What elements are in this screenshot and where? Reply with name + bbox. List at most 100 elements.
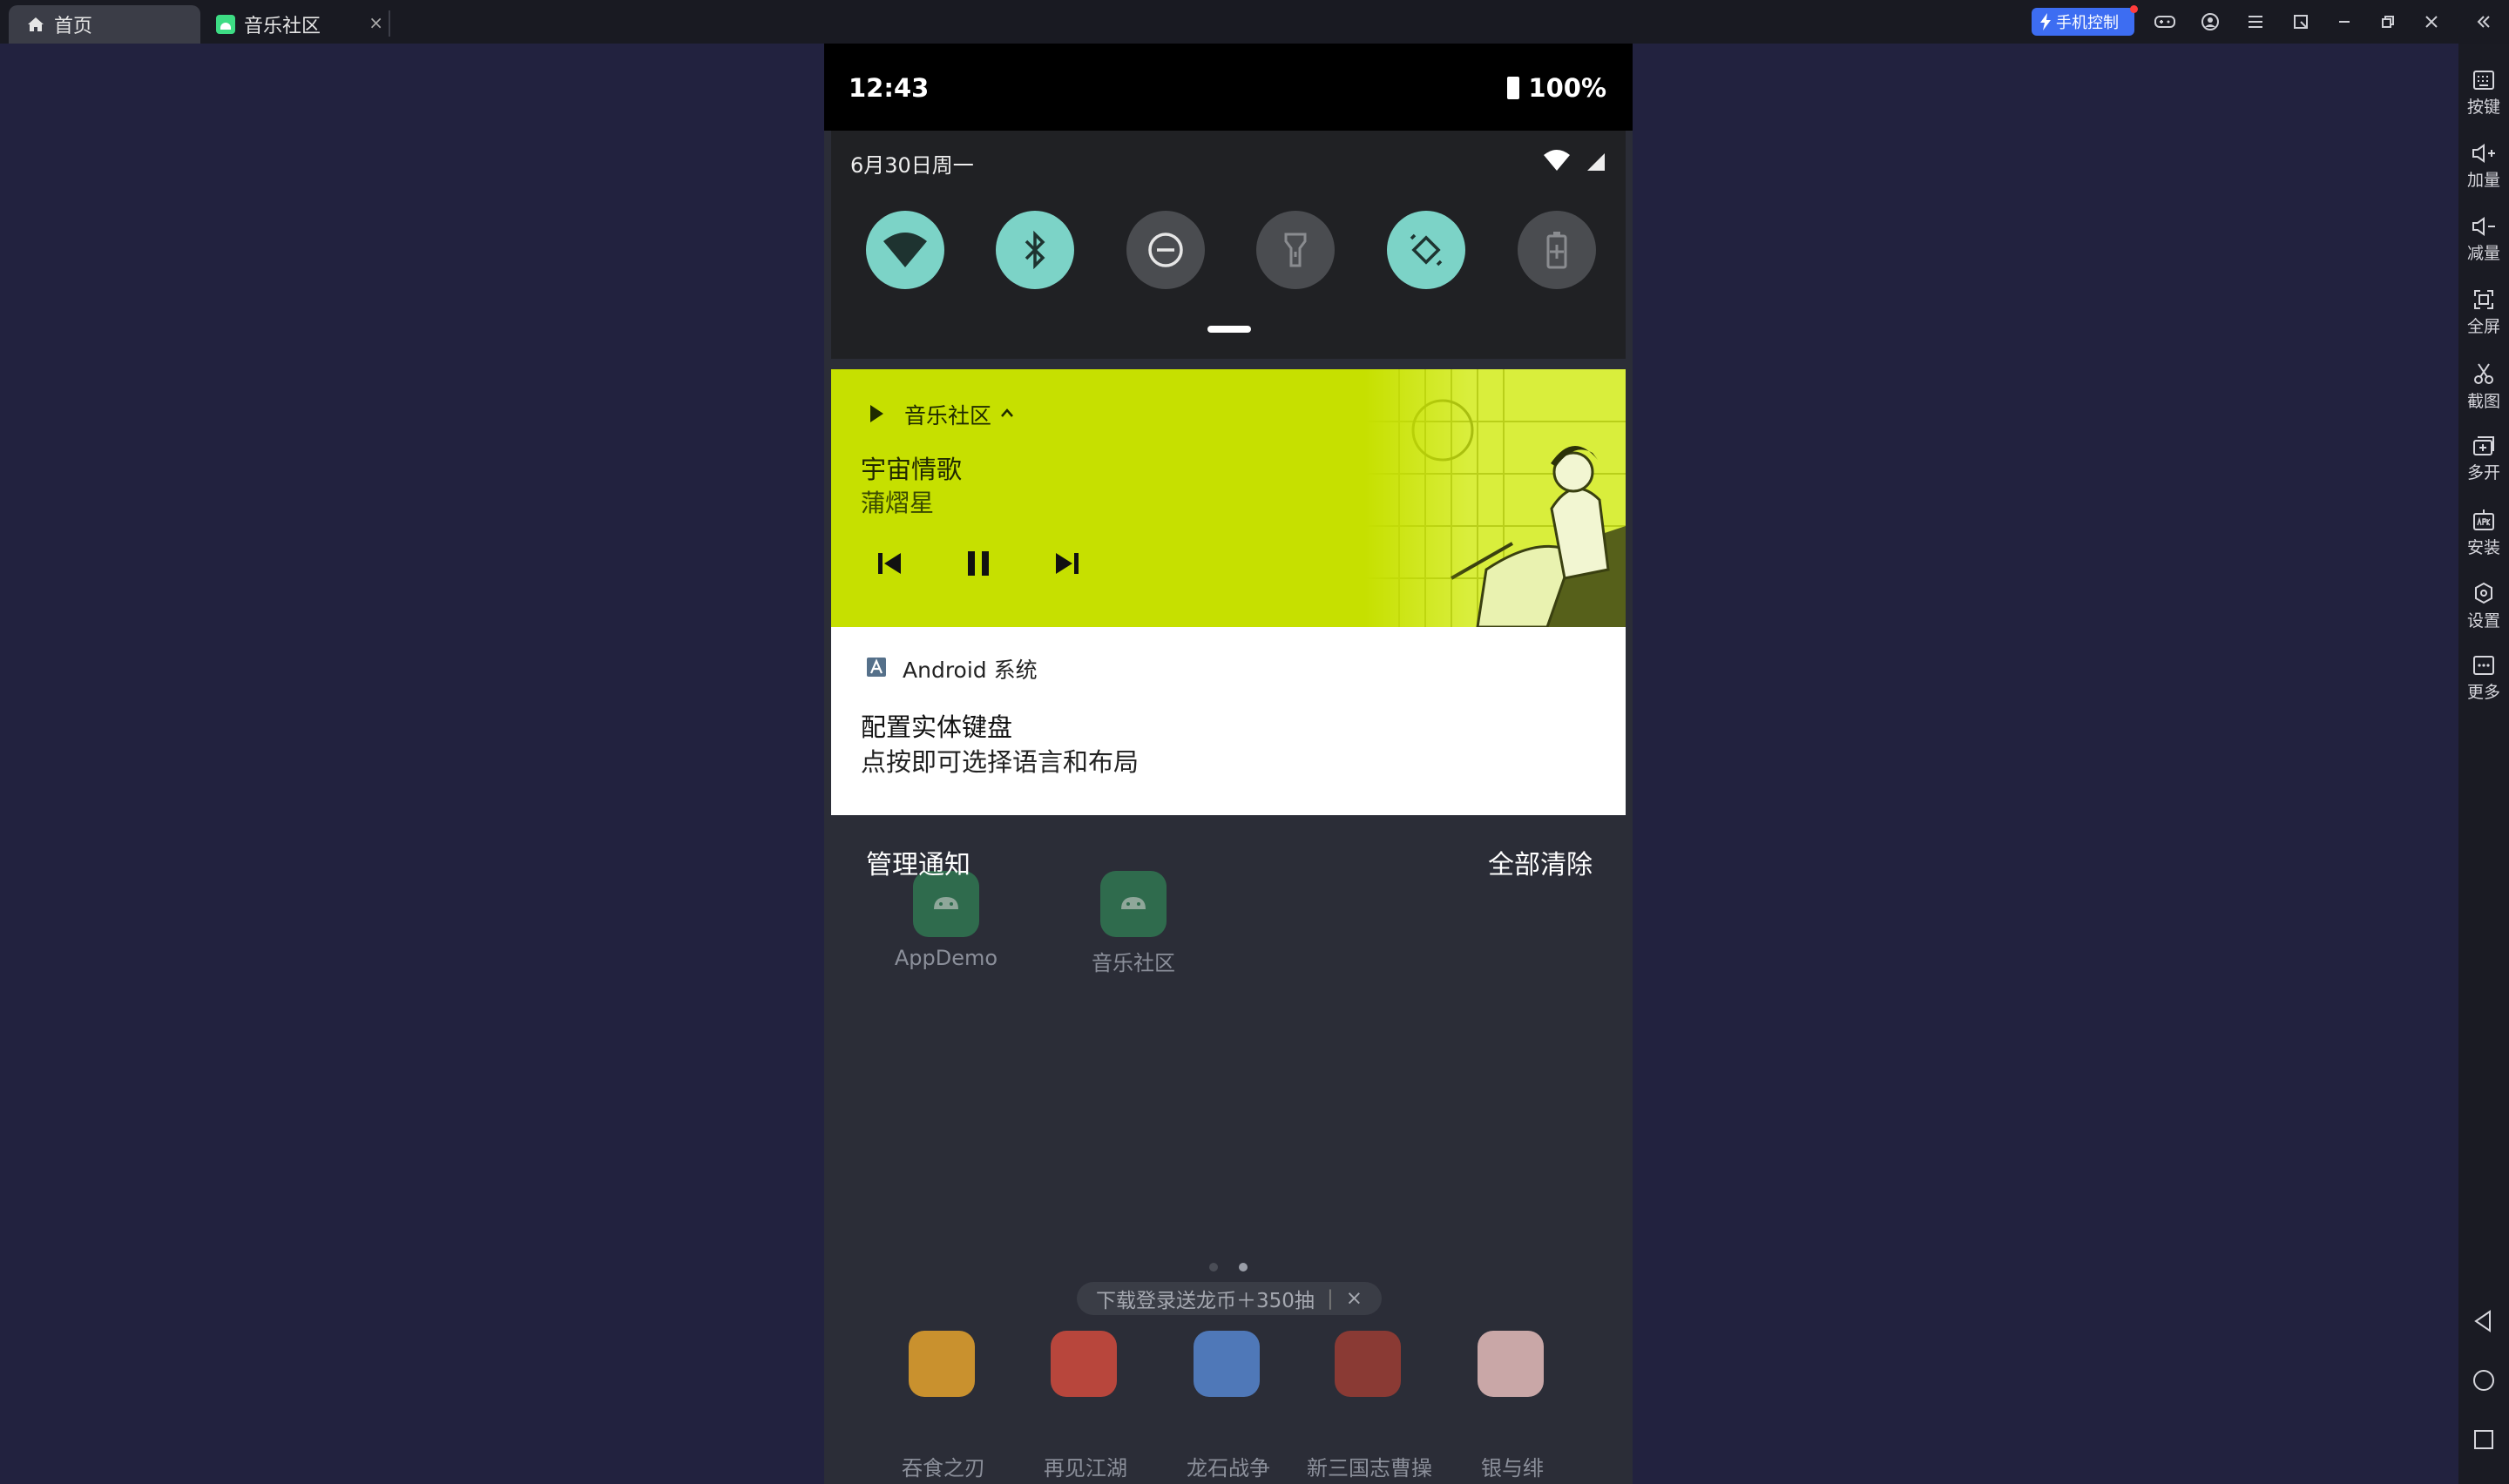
page-indicator-dot <box>1209 1263 1218 1272</box>
android-recents-icon[interactable] <box>2471 1427 2497 1453</box>
media-app-name: 音乐社区 <box>904 403 992 428</box>
toolbar-install-apk-button[interactable]: 安装 <box>2458 500 2509 570</box>
flashlight-icon <box>1284 233 1307 267</box>
media-notification[interactable]: 音乐社区 宇宙情歌 蒲熠星 <box>831 369 1626 627</box>
dock-app-label: 再见江湖 <box>1044 1456 1127 1481</box>
chevron-up-icon[interactable] <box>1000 408 1014 418</box>
appdemo-app-label: AppDemo <box>894 946 998 970</box>
wifi-icon <box>883 233 927 267</box>
dock-app-icon[interactable] <box>1051 1331 1117 1397</box>
sys-notification-title: 配置实体键盘 <box>861 712 1013 742</box>
album-art <box>1364 369 1626 627</box>
next-button[interactable] <box>1045 542 1089 585</box>
wifi-tile[interactable] <box>866 211 944 289</box>
phone-control-label: 手机控制 <box>2056 14 2119 32</box>
volume-down-icon <box>2472 217 2495 236</box>
flashlight-tile[interactable] <box>1256 211 1335 289</box>
toolbar-label: 更多 <box>2466 683 2500 702</box>
quick-settings-panel: 6月30日周一 <box>831 131 1626 359</box>
close-icon[interactable] <box>2418 9 2445 35</box>
notification-dot <box>2130 5 2138 13</box>
dock-app-icon[interactable] <box>1335 1331 1401 1397</box>
toolbar-keymap-button[interactable]: 按键 <box>2458 61 2509 131</box>
tab-home-label: 首页 <box>54 16 93 37</box>
right-toolbar: 按键 加量 减量 全屏 截图 多开 安装 设置 更多 <box>2458 44 2509 1484</box>
play-small-icon <box>870 405 883 422</box>
status-bar: 12:43 100% <box>824 44 1633 131</box>
phone-control-button[interactable]: 手机控制 <box>2032 5 2138 36</box>
android-home-icon[interactable] <box>2471 1367 2497 1393</box>
bluetooth-tile[interactable] <box>996 211 1074 289</box>
promo-divider: | <box>1326 1287 1334 1310</box>
toolbar-volume-up-button[interactable]: 加量 <box>2458 134 2509 204</box>
toolbar-label: 安装 <box>2466 538 2500 557</box>
pause-button[interactable] <box>957 542 1000 585</box>
status-time: 12:43 <box>849 73 930 103</box>
tab-divider <box>389 10 390 37</box>
previous-button[interactable] <box>868 542 911 585</box>
dock-app-icon[interactable] <box>1194 1331 1260 1397</box>
media-artist: 蒲熠星 <box>861 489 935 517</box>
scissors-icon <box>2474 363 2493 384</box>
dock-app-icon[interactable] <box>1478 1331 1544 1397</box>
toolbar-screenshot-button[interactable]: 截图 <box>2458 354 2509 423</box>
skip-next-icon <box>1056 553 1079 574</box>
auto-rotate-tile[interactable] <box>1387 211 1465 289</box>
minimize-icon[interactable] <box>2331 9 2357 35</box>
dock-app-icon[interactable] <box>909 1331 975 1397</box>
promo-close-button[interactable]: × <box>1346 1287 1363 1310</box>
promo-banner[interactable]: 下载登录送龙币＋350抽 | × <box>1077 1282 1382 1315</box>
menu-icon[interactable] <box>2242 9 2269 35</box>
do-not-disturb-icon <box>1148 233 1183 267</box>
lightning-icon <box>2040 13 2051 30</box>
battery-saver-tile[interactable] <box>1518 211 1596 289</box>
dock-app-label: 新三国志曹操 <box>1307 1456 1432 1481</box>
toolbar-label: 设置 <box>2466 611 2500 631</box>
clear-all-button[interactable]: 全部清除 <box>1488 843 1593 881</box>
auto-rotate-icon <box>1410 233 1443 266</box>
tab-music-community[interactable]: 音乐社区 × <box>206 5 389 44</box>
cell-signal-icon <box>1587 153 1605 171</box>
android-back-icon[interactable] <box>2471 1308 2497 1334</box>
music-community-app-label: 音乐社区 <box>1092 951 1175 975</box>
user-account-icon[interactable] <box>2197 9 2223 35</box>
more-icon <box>2473 656 2494 675</box>
phone-screen[interactable]: AppDemo 音乐社区 下载登录送龙币＋350抽 | × 吞食之刃 再见江湖 … <box>824 44 1633 1484</box>
music-community-app-icon[interactable] <box>1100 871 1167 937</box>
toolbar-more-button[interactable]: 更多 <box>2458 646 2509 716</box>
battery-status: 100% <box>1507 73 1606 103</box>
collapse-sidebar-icon[interactable] <box>2471 9 2497 35</box>
toolbar-label: 按键 <box>2466 98 2500 117</box>
sys-notification-app: Android 系统 <box>903 658 1038 683</box>
promo-text: 下载登录送龙币＋350抽 <box>1096 1290 1315 1312</box>
settings-icon <box>2475 582 2492 604</box>
tab-home[interactable]: 首页 <box>9 5 200 44</box>
window-title-bar: 首页 音乐社区 × 手机控制 <box>0 0 2509 44</box>
battery-percent: 100% <box>1528 73 1606 103</box>
toolbar-label: 加量 <box>2466 171 2500 190</box>
pause-icon <box>968 551 989 576</box>
qs-expand-handle[interactable] <box>1207 326 1251 333</box>
manage-notifications-button[interactable]: 管理通知 <box>866 843 970 881</box>
gamepad-icon[interactable] <box>2152 9 2178 35</box>
system-notification[interactable]: Android 系统 配置实体键盘 点按即可选择语言和布局 <box>831 627 1626 815</box>
toolbar-label: 全屏 <box>2466 317 2500 336</box>
dock-app-label: 银与绯 <box>1481 1456 1544 1481</box>
toolbar-label: 截图 <box>2466 392 2500 411</box>
tab-close-button[interactable]: × <box>369 12 383 33</box>
fullscreen-icon <box>2474 290 2493 309</box>
toolbar-settings-button[interactable]: 设置 <box>2458 573 2509 643</box>
toolbar-label: 多开 <box>2466 463 2500 482</box>
toolbar-multi-instance-button[interactable]: 多开 <box>2458 427 2509 496</box>
dock-app-label: 吞食之刃 <box>902 1456 985 1481</box>
toolbar-fullscreen-button[interactable]: 全屏 <box>2458 280 2509 350</box>
tab-music-label: 音乐社区 <box>244 16 321 37</box>
page-indicator-dot-active <box>1239 1263 1248 1272</box>
toolbar-volume-down-button[interactable]: 减量 <box>2458 207 2509 277</box>
restore-icon[interactable] <box>2375 9 2401 35</box>
android-system-icon <box>867 658 886 677</box>
media-song-title: 宇宙情歌 <box>861 455 963 484</box>
bluetooth-icon <box>1025 231 1045 269</box>
do-not-disturb-tile[interactable] <box>1126 211 1205 289</box>
pin-window-icon[interactable] <box>2288 9 2314 35</box>
